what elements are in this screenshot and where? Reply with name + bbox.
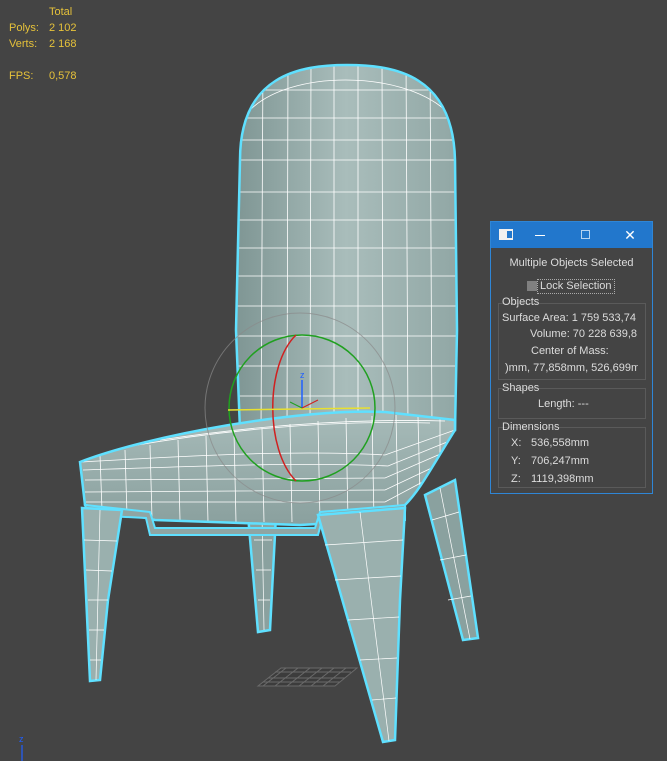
panel-title: Multiple Objects Selected	[509, 257, 634, 269]
chair-back-leg-right[interactable]	[423, 478, 480, 642]
viewport-statistics: Total Polys: 2 102 Verts: 2 168 FPS: 0,5…	[0, 0, 110, 90]
dimensions-group-label: Dimensions	[502, 421, 560, 433]
center-of-mass-value: )mm, 77,858mm, 526,699m	[505, 362, 638, 374]
lock-selection-checkbox[interactable]: Lock Selection	[527, 279, 615, 294]
dimension-x-value: 536,558mm	[531, 437, 590, 449]
dimension-x-label: X:	[511, 437, 522, 449]
length-value: Length: ---	[538, 398, 589, 410]
shapes-group-label: Shapes	[502, 382, 540, 394]
lock-selection-label: Lock Selection	[537, 279, 615, 294]
surface-area-value: Surface Area: 1 759 533,74	[502, 312, 636, 324]
chair-front-leg-left[interactable]	[80, 506, 124, 683]
polys-value: 2 102	[49, 22, 77, 34]
fps-label: FPS:	[9, 70, 34, 82]
verts-value: 2 168	[49, 38, 77, 50]
volume-value: Volume: 70 228 639,8	[530, 328, 638, 340]
grid-helper	[256, 667, 359, 687]
gizmo-axis-label: z	[300, 370, 305, 380]
selection-info-panel: ✕ Multiple Objects Selected Lock Selecti…	[490, 221, 653, 494]
dimension-z-value: 1119,398mm	[531, 473, 594, 485]
polys-label: Polys:	[9, 22, 39, 34]
verts-label: Verts:	[9, 38, 38, 50]
dimension-z-label: Z:	[511, 473, 521, 485]
app-icon	[499, 229, 513, 240]
objects-group-label: Objects	[502, 296, 540, 308]
close-icon: ✕	[624, 227, 636, 243]
checkbox-box[interactable]	[527, 281, 537, 291]
chair-backrest[interactable]	[230, 60, 460, 432]
maximize-icon	[581, 230, 590, 239]
close-button[interactable]: ✕	[615, 222, 645, 248]
chair-front-leg-right[interactable]	[316, 506, 407, 744]
panel-titlebar[interactable]: ✕	[491, 222, 652, 248]
stats-header: Total	[49, 6, 73, 18]
minimize-button[interactable]	[525, 222, 555, 248]
dimension-y-label: Y:	[511, 455, 521, 467]
fps-value: 0,578	[49, 70, 77, 82]
maximize-button[interactable]	[571, 222, 601, 248]
dimension-y-value: 706,247mm	[531, 455, 590, 467]
center-of-mass-label: Center of Mass:	[531, 345, 609, 357]
corner-axis-label: z	[19, 734, 24, 744]
minimize-icon	[535, 235, 545, 236]
